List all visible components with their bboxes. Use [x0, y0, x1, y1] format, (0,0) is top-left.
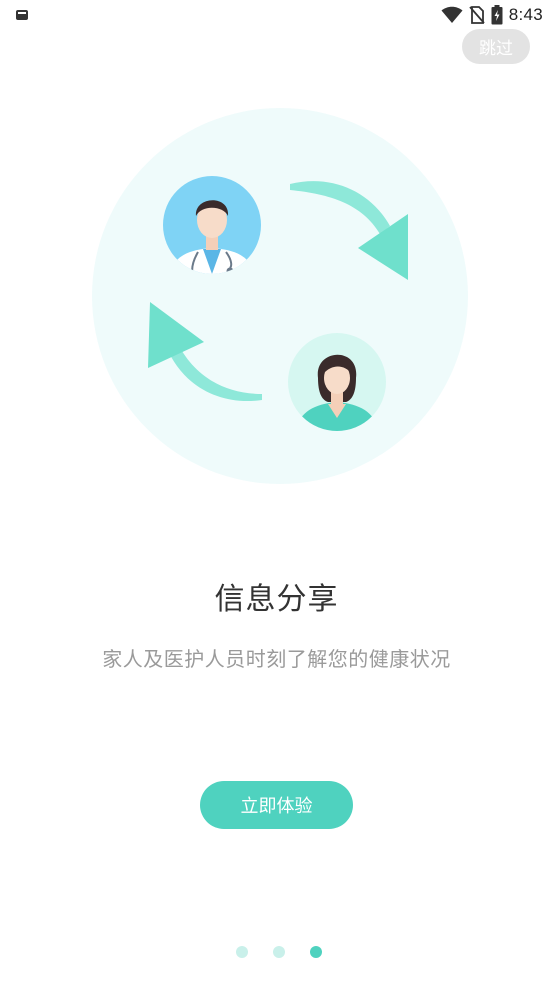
- battery-charging-icon: [491, 5, 503, 25]
- onboarding-subtitle: 家人及医护人员时刻了解您的健康状况: [102, 647, 451, 671]
- notification-icon: [16, 10, 28, 20]
- skip-button[interactable]: 跳过: [462, 29, 530, 64]
- page-dot[interactable]: [235, 946, 248, 958]
- status-icons: 8:43: [441, 4, 543, 26]
- no-sim-icon: [469, 6, 485, 24]
- onboarding-title: 信息分享: [214, 582, 339, 617]
- page-dot[interactable]: [272, 946, 285, 958]
- status-bar: 8:43: [0, 0, 553, 30]
- onboarding-illustration: [92, 108, 468, 484]
- start-now-button[interactable]: 立即体验: [200, 781, 353, 829]
- illustration-circle: [92, 108, 468, 484]
- wifi-icon: [441, 6, 463, 23]
- page-dot-active[interactable]: [309, 946, 322, 958]
- clock: 8:43: [508, 5, 543, 24]
- page-indicator: [0, 946, 553, 958]
